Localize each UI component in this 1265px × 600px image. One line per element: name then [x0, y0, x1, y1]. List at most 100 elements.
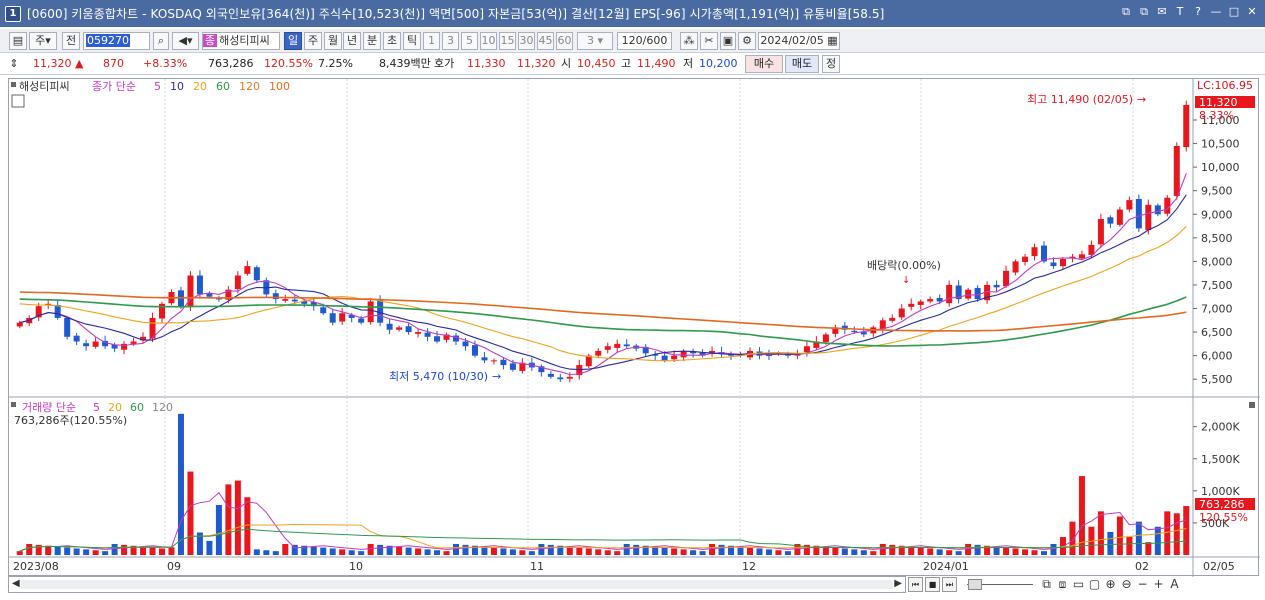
- plus-icon[interactable]: +: [1152, 577, 1165, 592]
- restore-layout-icon[interactable]: ⧉: [1119, 5, 1133, 19]
- scroll-thumb[interactable]: [21, 580, 893, 589]
- crosshair-icon[interactable]: ✂: [700, 32, 718, 50]
- volume-bar: [870, 551, 877, 555]
- font-size-icon[interactable]: T: [1173, 5, 1187, 19]
- next-icon[interactable]: ⏭: [942, 577, 957, 592]
- chart-area[interactable]: 11,000 10,500 10,000 9,500 9,000 8,500 8,000 7,…: [8, 78, 1260, 577]
- volume-bar: [453, 543, 459, 555]
- volume-bar: [841, 548, 848, 555]
- buy-button[interactable]: 매수: [745, 55, 783, 73]
- candle-down: [196, 275, 203, 295]
- title-bar: 1 [0600] 키움종합차트 - KOSDAQ 외국인보유[364(천)] 주…: [0, 0, 1265, 27]
- sell-button[interactable]: 매도: [785, 55, 819, 73]
- volume-bar: [1135, 521, 1142, 555]
- volume-bar: [348, 550, 355, 555]
- candle-down: [509, 363, 516, 370]
- volume-bar: [718, 544, 725, 555]
- stop-icon[interactable]: ■: [925, 577, 940, 592]
- link-window-icon[interactable]: ⧉: [1137, 5, 1151, 19]
- legend-toggle-icon: [11, 402, 16, 407]
- interval-5[interactable]: 5: [461, 32, 478, 50]
- help-icon[interactable]: ?: [1191, 5, 1205, 19]
- volume-bar: [187, 471, 194, 555]
- minimize-button[interactable]: —: [1209, 5, 1223, 19]
- date-axis-label: 10: [349, 560, 363, 573]
- period-week[interactable]: 주: [304, 32, 322, 50]
- volume-bar: [244, 497, 251, 555]
- minus-icon[interactable]: −: [1136, 577, 1149, 592]
- scroll-left-icon[interactable]: ◀: [12, 578, 20, 589]
- layout-grid-icon[interactable]: ⧉: [1040, 577, 1053, 592]
- interval-30[interactable]: 30: [518, 32, 535, 50]
- gear-icon[interactable]: ⚙: [738, 32, 756, 50]
- window-icon[interactable]: ▢: [1088, 577, 1101, 592]
- period-month[interactable]: 월: [324, 32, 342, 50]
- zoom-knob[interactable]: [968, 579, 982, 590]
- panel-icon[interactable]: ▭: [1072, 577, 1085, 592]
- candle-up: [1126, 200, 1133, 210]
- candle-down: [471, 345, 478, 356]
- indicator-icon[interactable]: ⁂: [680, 32, 698, 50]
- price-change: 870: [103, 57, 124, 70]
- volume-bar: [54, 546, 61, 555]
- zoom-in-icon[interactable]: ⊕: [1104, 577, 1117, 592]
- volume-bar: [784, 551, 791, 555]
- zoom-slider[interactable]: [965, 576, 1035, 593]
- stock-code-input[interactable]: 059270: [83, 32, 150, 50]
- date-input[interactable]: 2024/02/05 ▦: [758, 32, 840, 50]
- stock-name-field[interactable]: 종 해성티피씨: [202, 32, 280, 50]
- volume-bar: [490, 547, 497, 555]
- candle-down: [993, 284, 1000, 288]
- save-icon[interactable]: ▣: [720, 32, 736, 50]
- market-select[interactable]: 주▾: [29, 32, 57, 50]
- scroll-right-icon[interactable]: ▶: [894, 578, 902, 589]
- period-minute[interactable]: 분: [363, 32, 381, 50]
- interval-3[interactable]: 3: [442, 32, 459, 50]
- expand-icon[interactable]: ⇕: [9, 56, 19, 74]
- volume-bar: [680, 549, 687, 555]
- candlestick-chart[interactable]: 11,00010,50010,0009,5009,0008,5008,0007,…: [9, 79, 1260, 577]
- candle-up: [822, 334, 829, 343]
- close-button[interactable]: ✕: [1245, 5, 1259, 19]
- candle-up: [1022, 256, 1029, 262]
- chart-scrollbar[interactable]: ◀ ▶: [8, 576, 906, 593]
- interval-1[interactable]: 1: [423, 32, 440, 50]
- volume-bar: [889, 544, 896, 555]
- ma20-line: [19, 225, 1187, 362]
- volume-bar: [225, 484, 232, 555]
- interval-10[interactable]: 10: [480, 32, 497, 50]
- period-year[interactable]: 년: [343, 32, 361, 50]
- font-a-icon[interactable]: A: [1168, 577, 1181, 592]
- message-icon[interactable]: ✉: [1155, 5, 1169, 19]
- volume-bar: [946, 550, 953, 555]
- layout-icon[interactable]: ▤: [9, 32, 27, 50]
- count-input[interactable]: 120/600: [617, 32, 672, 50]
- maximize-button[interactable]: □: [1227, 5, 1241, 19]
- volume-bar: [1022, 549, 1029, 555]
- split-icon[interactable]: ⧈: [1056, 577, 1069, 592]
- date-axis-label: 2023/08: [13, 560, 59, 573]
- candle-down: [936, 297, 943, 302]
- ma5-line: [19, 173, 1187, 376]
- candle-down: [424, 332, 431, 337]
- zoom-out-icon[interactable]: ⊖: [1120, 577, 1133, 592]
- period-day[interactable]: 일: [284, 32, 302, 50]
- interval-60[interactable]: 60: [556, 32, 573, 50]
- period-second[interactable]: 초: [383, 32, 401, 50]
- volume-bar: [377, 544, 384, 555]
- interval-45[interactable]: 45: [537, 32, 554, 50]
- first-icon[interactable]: ⏮: [908, 577, 923, 592]
- candle-up: [415, 332, 422, 334]
- prev-button[interactable]: 전: [62, 32, 80, 50]
- sound-icon[interactable]: ◀▾: [172, 32, 199, 50]
- volume-bar: [45, 545, 52, 555]
- price-tick-label: 7,500: [1201, 279, 1233, 292]
- interval-15[interactable]: 15: [499, 32, 516, 50]
- ma10-line: [19, 194, 1187, 371]
- period-tick[interactable]: 틱: [403, 32, 421, 50]
- interval-select[interactable]: 3 ▾: [577, 32, 613, 50]
- volume-bar: [538, 543, 545, 555]
- order-button[interactable]: 정: [822, 55, 840, 73]
- volume-bar: [177, 413, 184, 555]
- search-icon[interactable]: ⌕: [153, 32, 169, 50]
